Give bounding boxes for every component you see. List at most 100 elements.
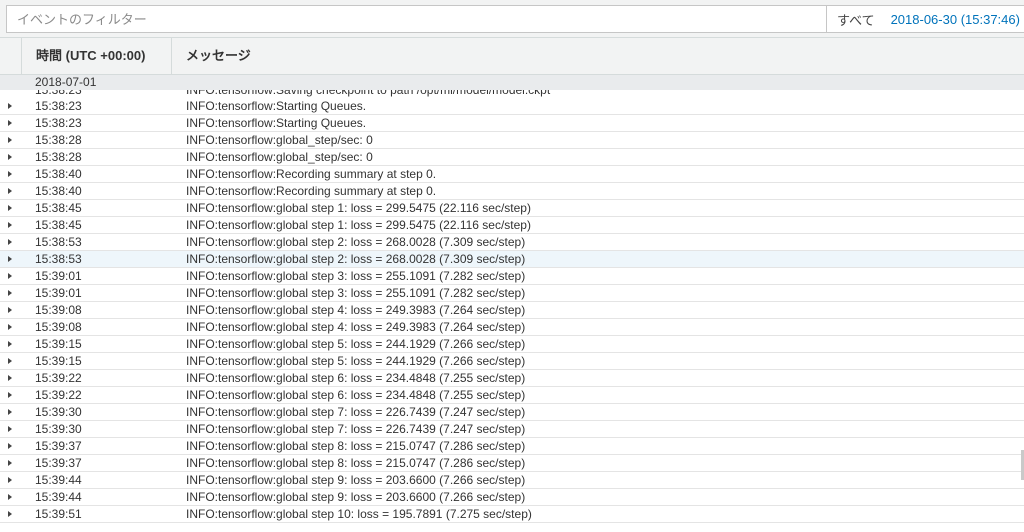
row-time: 15:39:30 (35, 405, 82, 419)
date-group-header: 2018-07-01 (0, 75, 1024, 90)
log-row[interactable]: 15:39:37 INFO:tensorflow:global step 8: l… (0, 455, 1024, 472)
log-row[interactable]: 15:39:30 INFO:tensorflow:global step 7: l… (0, 421, 1024, 438)
log-row[interactable]: 15:38:45 INFO:tensorflow:global step 1: l… (0, 200, 1024, 217)
log-row[interactable]: 15:39:01 INFO:tensorflow:global step 3: l… (0, 285, 1024, 302)
log-row[interactable]: 15:38:45 INFO:tensorflow:global step 1: l… (0, 217, 1024, 234)
log-row[interactable]: 15:38:53 INFO:tensorflow:global step 2: l… (0, 251, 1024, 268)
row-message: INFO:tensorflow:global step 3: loss = 25… (186, 269, 526, 283)
log-row[interactable]: 15:39:30 INFO:tensorflow:global step 7: l… (0, 404, 1024, 421)
row-time: 15:38:28 (35, 133, 82, 147)
range-all-option[interactable]: すべて (827, 10, 875, 29)
expand-arrow-icon[interactable] (8, 392, 12, 398)
row-time: 15:39:37 (35, 456, 82, 470)
row-time: 15:39:22 (35, 388, 82, 402)
row-message: INFO:tensorflow:Starting Queues. (186, 116, 367, 130)
row-time: 15:39:44 (35, 490, 82, 504)
expand-arrow-icon[interactable] (8, 273, 12, 279)
row-message: INFO:tensorflow:Recording summary at ste… (186, 167, 437, 181)
filter-bar: すべて 2018-06-30 (15:37:46) (0, 0, 1024, 38)
row-time: 15:39:37 (35, 439, 82, 453)
log-row[interactable]: 15:39:15 INFO:tensorflow:global step 5: l… (0, 336, 1024, 353)
log-row[interactable]: 15:39:22 INFO:tensorflow:global step 6: l… (0, 370, 1024, 387)
log-row[interactable]: 15:38:23 INFO:tensorflow:Starting Queues. (0, 98, 1024, 115)
row-time: 15:38:23 (35, 99, 82, 113)
log-row[interactable]: 15:39:08 INFO:tensorflow:global step 4: l… (0, 319, 1024, 336)
expand-arrow-icon[interactable] (8, 443, 12, 449)
expand-arrow-icon[interactable] (8, 290, 12, 296)
row-time: 15:38:40 (35, 167, 82, 181)
row-message: INFO:tensorflow:global step 3: loss = 25… (186, 286, 526, 300)
log-row[interactable]: 15:39:08 INFO:tensorflow:global step 4: l… (0, 302, 1024, 319)
row-message: INFO:tensorflow:global step 6: loss = 23… (186, 371, 526, 385)
row-time: 15:38:53 (35, 235, 82, 249)
log-row[interactable]: 15:39:44 INFO:tensorflow:global step 9: l… (0, 472, 1024, 489)
row-message: INFO:tensorflow:Recording summary at ste… (186, 184, 437, 198)
expand-arrow-icon[interactable] (8, 375, 12, 381)
expand-arrow-icon[interactable] (8, 222, 12, 228)
row-message: INFO:tensorflow:global step 1: loss = 29… (186, 201, 531, 215)
row-time: 15:39:30 (35, 422, 82, 436)
row-message: INFO:tensorflow:global step 4: loss = 24… (186, 303, 526, 317)
range-date-dropdown[interactable]: 2018-06-30 (15:37:46) (875, 12, 1020, 27)
row-message: INFO:tensorflow:global step 5: loss = 24… (186, 354, 526, 368)
row-message: INFO:tensorflow:global step 9: loss = 20… (186, 490, 526, 504)
expand-arrow-icon[interactable] (8, 426, 12, 432)
expand-arrow-icon[interactable] (8, 409, 12, 415)
row-time: 15:39:22 (35, 371, 82, 385)
expand-column-header (0, 38, 22, 74)
expand-arrow-icon[interactable] (8, 477, 12, 483)
row-message: INFO:tensorflow:global step 8: loss = 21… (186, 456, 526, 470)
expand-arrow-icon[interactable] (8, 103, 12, 109)
expand-arrow-icon[interactable] (8, 205, 12, 211)
expand-arrow-icon[interactable] (8, 171, 12, 177)
expand-arrow-icon[interactable] (8, 324, 12, 330)
row-message: INFO:tensorflow:global step 7: loss = 22… (186, 405, 526, 419)
row-message: INFO:tensorflow:global_step/sec: 0 (186, 150, 373, 164)
log-row[interactable]: 15:39:51 INFO:tensorflow:global step 10: … (0, 506, 1024, 523)
row-message: INFO:tensorflow:global step 6: loss = 23… (186, 388, 526, 402)
time-column-header[interactable]: 時間 (UTC +00:00) (22, 38, 172, 74)
log-row[interactable]: 15:39:22 INFO:tensorflow:global step 6: l… (0, 387, 1024, 404)
row-time: 15:39:15 (35, 354, 82, 368)
row-time: 15:38:23 (35, 116, 82, 130)
expand-arrow-icon[interactable] (8, 494, 12, 500)
expand-arrow-icon[interactable] (8, 120, 12, 126)
log-row[interactable]: 15:38:40 INFO:tensorflow:Recording summar… (0, 166, 1024, 183)
time-range-selector[interactable]: すべて 2018-06-30 (15:37:46) (826, 5, 1024, 33)
event-filter-input[interactable] (6, 5, 826, 33)
row-message: INFO:tensorflow:global_step/sec: 0 (186, 133, 373, 147)
log-row[interactable]: 15:38:28 INFO:tensorflow:global_step/sec:… (0, 132, 1024, 149)
expand-arrow-icon[interactable] (8, 460, 12, 466)
expand-arrow-icon[interactable] (8, 154, 12, 160)
row-time: 15:38:45 (35, 201, 82, 215)
expand-arrow-icon[interactable] (8, 358, 12, 364)
row-time: 15:38:40 (35, 184, 82, 198)
expand-arrow-icon[interactable] (8, 188, 12, 194)
log-row[interactable]: 15:38:40 INFO:tensorflow:Recording summar… (0, 183, 1024, 200)
row-message: INFO:tensorflow:Starting Queues. (186, 99, 367, 113)
log-row[interactable]: 15:39:37 INFO:tensorflow:global step 8: l… (0, 438, 1024, 455)
log-row[interactable]: 15:39:15 INFO:tensorflow:global step 5: l… (0, 353, 1024, 370)
row-time: 15:39:08 (35, 320, 82, 334)
expand-arrow-icon[interactable] (8, 239, 12, 245)
expand-arrow-icon[interactable] (8, 307, 12, 313)
row-time: 15:39:01 (35, 269, 82, 283)
expand-arrow-icon[interactable] (8, 137, 12, 143)
row-message: INFO:tensorflow:global step 8: loss = 21… (186, 439, 526, 453)
log-row[interactable]: 15:39:44 INFO:tensorflow:global step 9: l… (0, 489, 1024, 506)
log-row[interactable]: 15:38:28 INFO:tensorflow:global_step/sec:… (0, 149, 1024, 166)
row-message: INFO:tensorflow:global step 9: loss = 20… (186, 473, 526, 487)
row-time: 15:39:51 (35, 507, 82, 521)
row-time: 15:38:45 (35, 218, 82, 232)
expand-arrow-icon[interactable] (8, 511, 12, 517)
expand-arrow-icon[interactable] (8, 256, 12, 262)
log-row[interactable]: 15:38:23 INFO:tensorflow:Starting Queues. (0, 115, 1024, 132)
log-row[interactable]: 15:39:01 INFO:tensorflow:global step 3: l… (0, 268, 1024, 285)
row-message: INFO:tensorflow:global step 4: loss = 24… (186, 320, 526, 334)
row-time: 15:38:53 (35, 252, 82, 266)
expand-arrow-icon[interactable] (8, 341, 12, 347)
log-row[interactable]: 15:38:53 INFO:tensorflow:global step 2: l… (0, 234, 1024, 251)
row-message: INFO:tensorflow:global step 2: loss = 26… (186, 235, 526, 249)
row-message: INFO:tensorflow:global step 5: loss = 24… (186, 337, 526, 351)
row-time: 15:38:28 (35, 150, 82, 164)
